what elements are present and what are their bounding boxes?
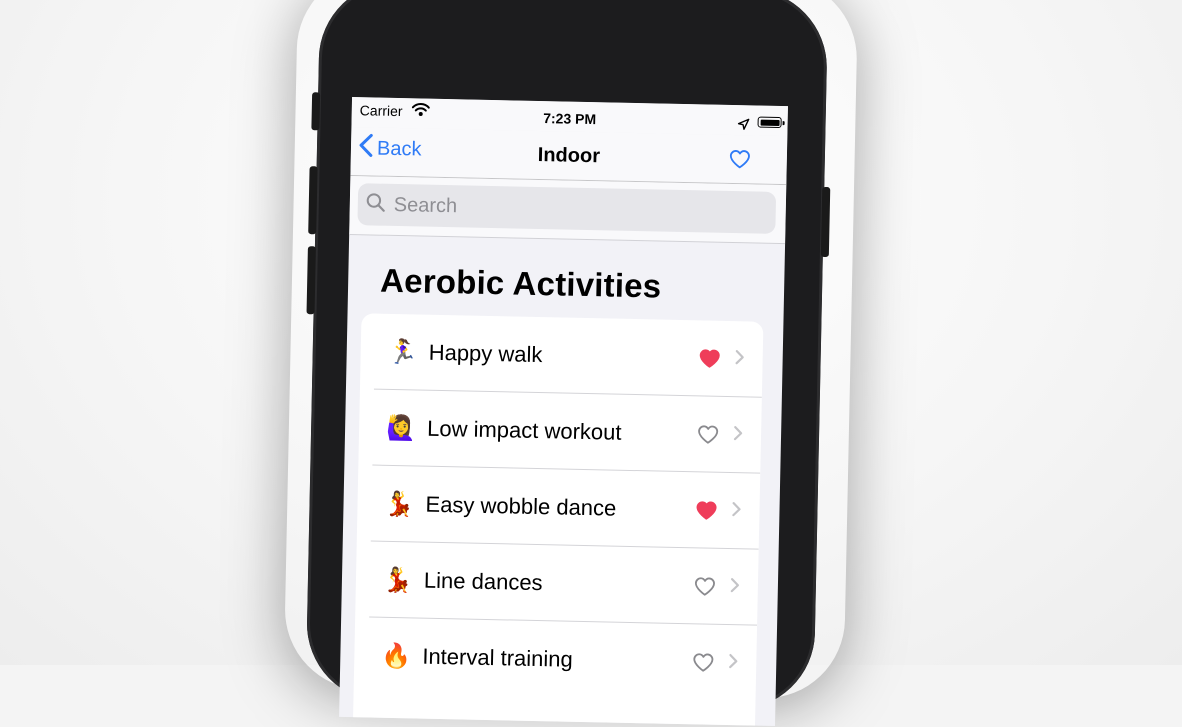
activity-emoji-icon: 🏃‍♀️ xyxy=(387,338,418,366)
list-item[interactable]: 💃 Line dances xyxy=(355,541,759,626)
volume-down-button xyxy=(306,246,316,315)
section-title: Aerobic Activities xyxy=(379,261,662,305)
activity-emoji-icon: 💃 xyxy=(382,566,414,594)
chevron-right-icon xyxy=(734,349,744,370)
search-input[interactable] xyxy=(391,192,756,226)
power-button xyxy=(820,186,831,258)
status-time: 7:23 PM xyxy=(543,110,597,128)
activity-label: Easy wobble dance xyxy=(425,491,617,521)
chevron-right-icon xyxy=(730,577,740,598)
battery-icon xyxy=(757,116,782,129)
search-icon xyxy=(366,192,387,217)
volume-up-button xyxy=(308,166,318,235)
list-item[interactable]: 🙋‍♀️ Low impact workout xyxy=(358,389,762,474)
location-arrow-icon xyxy=(737,117,750,135)
activity-emoji-icon: 🙋‍♀️ xyxy=(385,414,417,442)
heart-filled-icon[interactable] xyxy=(698,348,720,368)
phone-frame: Carrier 7:23 PM Back Indoor Search Aerob… xyxy=(305,0,831,727)
chevron-right-icon xyxy=(733,425,743,446)
heart-outline-icon[interactable] xyxy=(692,652,714,672)
page-title: Indoor xyxy=(537,143,601,168)
heart-outline-icon[interactable] xyxy=(697,424,719,444)
heart-outline-icon xyxy=(729,150,750,169)
activity-emoji-icon: 💃 xyxy=(384,490,415,518)
silent-switch xyxy=(311,92,321,131)
list-item[interactable]: 💃 Easy wobble dance xyxy=(357,465,761,550)
activity-emoji-icon: 🔥 xyxy=(381,642,412,670)
heart-filled-icon[interactable] xyxy=(695,500,717,520)
favorites-button[interactable] xyxy=(729,149,752,174)
activity-label: Interval training xyxy=(422,643,574,672)
activity-label: Line dances xyxy=(423,567,543,596)
list-item[interactable]: 🔥 Interval training xyxy=(354,617,758,701)
chevron-right-icon xyxy=(731,501,741,522)
chevron-right-icon xyxy=(728,653,738,674)
activity-list: 🏃‍♀️ Happy walk 🙋‍♀️ Low impact workout 💃 Eas… xyxy=(352,313,764,727)
heart-outline-icon[interactable] xyxy=(694,576,716,596)
screen: Carrier 7:23 PM Back Indoor Search Aerob… xyxy=(339,97,788,727)
activity-label: Happy walk xyxy=(428,339,543,368)
list-item[interactable]: 🏃‍♀️ Happy walk xyxy=(360,313,764,398)
search-field[interactable] xyxy=(357,183,777,234)
search-bar xyxy=(349,176,787,245)
activity-label: Low impact workout xyxy=(426,415,622,445)
